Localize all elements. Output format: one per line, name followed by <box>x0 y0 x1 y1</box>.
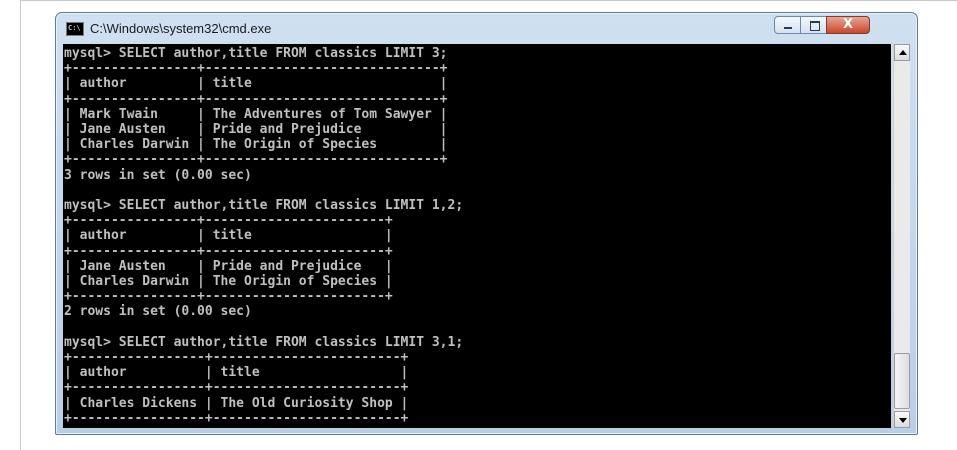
console-line: | Charles Dickens | The Old Curiosity Sh… <box>64 395 409 411</box>
console-line: +----------------+----------------------… <box>64 289 393 305</box>
console-line: +----------------+----------------------… <box>64 91 448 107</box>
console-line: | Charles Darwin | The Origin of Species… <box>64 137 448 153</box>
console-line: | Charles Darwin | The Origin of Species… <box>64 274 393 290</box>
console-line: +-----------------+---------------------… <box>64 380 409 396</box>
console-text: mysql> SELECT author,title FROM classics… <box>63 44 891 426</box>
vertical-scrollbar[interactable] <box>893 44 910 428</box>
cmd-window: C:\ C:\Windows\system32\cmd.exe X mysql>… <box>55 12 918 435</box>
scroll-thumb[interactable] <box>894 353 910 409</box>
console-line: mysql> SELECT author,title FROM classics… <box>64 334 464 350</box>
console-line: | Jane Austen | Pride and Prejudice | <box>64 258 393 274</box>
console-line: +-----------------+---------------------… <box>64 410 409 426</box>
window-title: C:\Windows\system32\cmd.exe <box>90 21 272 36</box>
close-button[interactable]: X <box>826 16 870 34</box>
console-line: +----------------+----------------------… <box>64 152 448 168</box>
cmd-app-icon[interactable]: C:\ <box>66 22 84 36</box>
scroll-down-arrow-icon <box>899 418 907 423</box>
console-line: | author | title | <box>64 76 448 92</box>
console-line: 3 rows in set (0.00 sec) <box>64 167 252 183</box>
console-line: +----------------+----------------------… <box>64 61 448 77</box>
console-line: +----------------+----------------------… <box>64 213 393 229</box>
console-line: +----------------+----------------------… <box>64 243 393 259</box>
console-line: mysql> SELECT author,title FROM classics… <box>64 46 448 61</box>
scroll-up-button[interactable] <box>894 44 910 61</box>
maximize-button[interactable] <box>800 16 827 34</box>
maximize-icon <box>810 21 820 31</box>
console-line: +-----------------+---------------------… <box>64 350 409 366</box>
cmd-app-icon-text: C:\ <box>68 24 81 32</box>
scroll-down-button[interactable] <box>894 411 910 428</box>
close-icon: X <box>842 17 854 32</box>
minimize-icon <box>784 27 792 29</box>
console-line: | author | title | <box>64 365 409 381</box>
scroll-up-arrow-icon <box>899 50 907 55</box>
console-line: | author | title | <box>64 228 393 244</box>
console-line: 2 rows in set (0.00 sec) <box>64 304 252 320</box>
title-bar[interactable]: C:\ C:\Windows\system32\cmd.exe X <box>56 13 917 43</box>
minimize-button[interactable] <box>774 16 801 34</box>
console-line: mysql> SELECT author,title FROM classics… <box>64 198 464 214</box>
console-line: | Jane Austen | Pride and Prejudice | <box>64 122 448 138</box>
console-line: | Mark Twain | The Adventures of Tom Saw… <box>64 106 448 122</box>
console-output[interactable]: mysql> SELECT author,title FROM classics… <box>63 44 891 428</box>
frame-top-border <box>20 0 957 1</box>
frame-left-border <box>20 0 21 450</box>
